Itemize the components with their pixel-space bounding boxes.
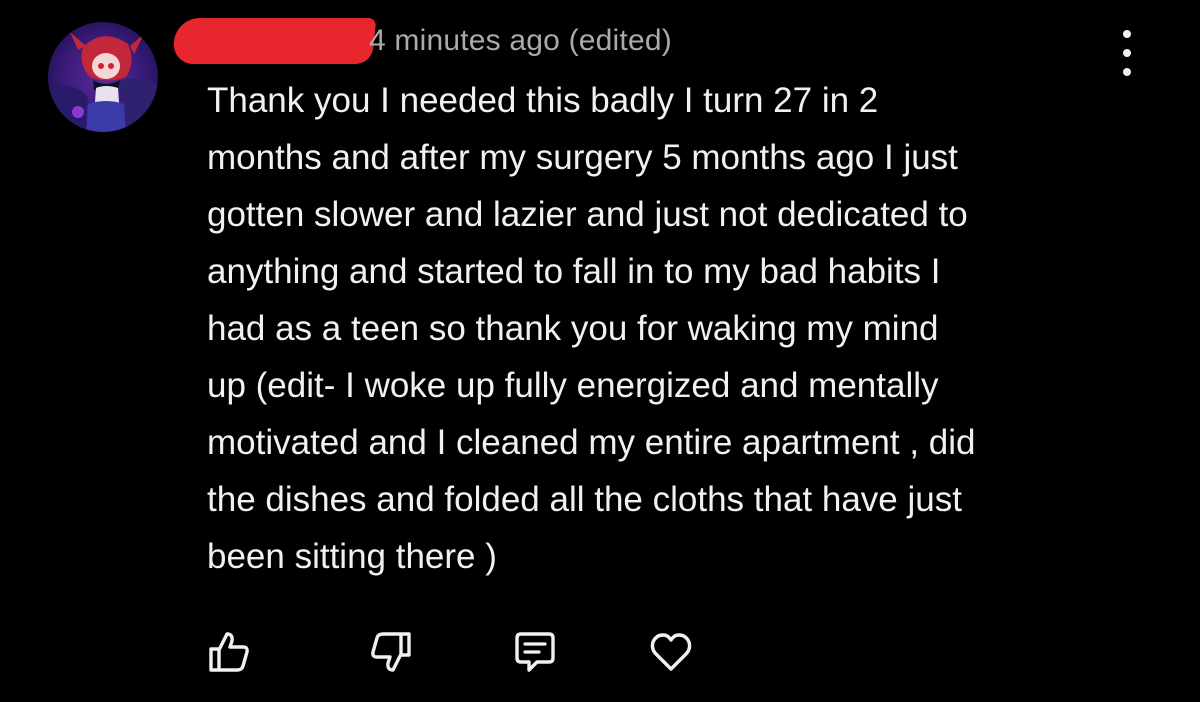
redacted-username[interactable] [171,18,377,64]
comment-header: 4 minutes ago (edited) [171,18,672,64]
comment-card: 4 minutes ago (edited) Thank you I neede… [0,0,1200,702]
more-options-button[interactable] [1112,30,1142,76]
comment-icon [515,632,555,672]
comment-text-line: up (edit- I woke up fully energized and … [207,366,939,405]
avatar[interactable] [48,22,158,132]
heart-icon [650,633,692,671]
reply-button[interactable] [513,630,557,674]
comment-text-line: motivated and I cleaned my entire apartm… [207,423,976,462]
comment-text-line: gotten slower and lazier and just not de… [207,195,968,234]
more-dot-icon [1123,49,1131,57]
like-button[interactable] [207,630,251,674]
thumbs-up-icon [209,632,249,672]
comment-text-line: been sitting there ) [207,537,497,576]
more-dot-icon [1123,30,1131,38]
comment-text-line: the dishes and folded all the cloths tha… [207,480,962,519]
comment-text-line: had as a teen so thank you for waking my… [207,309,939,348]
comment-timestamp: 4 minutes ago (edited) [369,24,672,57]
avatar-image [48,22,158,132]
comment-text-line: Thank you I needed this badly I turn 27 … [207,81,879,120]
heart-button[interactable] [649,630,693,674]
thumbs-down-icon [371,632,411,672]
comment-text-line: anything and started to fall in to my ba… [207,252,941,291]
comment-text-line: months and after my surgery 5 months ago… [207,138,958,177]
comment-text: Thank you I needed this badly I turn 27 … [207,72,1167,585]
dislike-button[interactable] [369,630,413,674]
